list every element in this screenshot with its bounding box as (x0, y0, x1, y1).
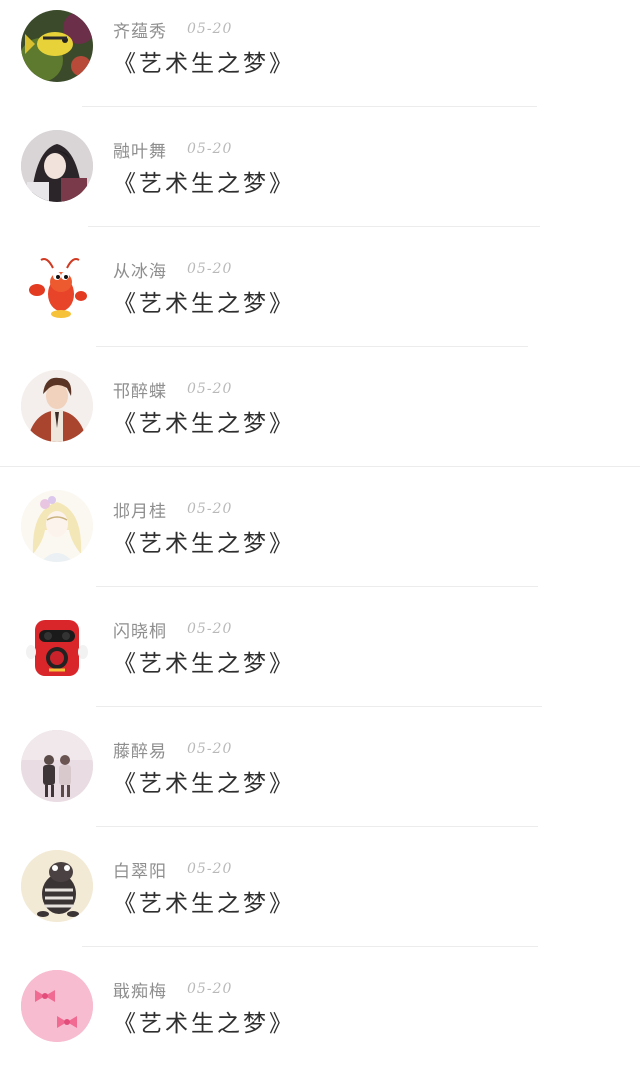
anime-girl-avatar-icon (21, 130, 93, 202)
avatar[interactable] (21, 970, 93, 1042)
comment-header: 藤醉易 05-20 (113, 737, 233, 762)
comment-date: 05-20 (187, 21, 233, 37)
comment-header: 闪晓桐 05-20 (113, 617, 233, 642)
anime-boy-avatar-icon (21, 370, 93, 442)
comment-header: 从冰海 05-20 (113, 257, 233, 282)
comment-text: 《艺术生之梦》 (113, 1011, 295, 1037)
divider (88, 226, 540, 227)
divider (96, 706, 542, 707)
sketch-girl-avatar-icon (21, 490, 93, 562)
comment-item[interactable]: 齐蕴秀 05-20 《艺术生之梦》 (0, 0, 640, 120)
comment-text: 《艺术生之梦》 (113, 531, 295, 557)
comment-date: 05-20 (187, 981, 233, 997)
comment-item[interactable]: 邶月桂 05-20 《艺术生之梦》 (0, 480, 640, 600)
comment-date: 05-20 (187, 741, 233, 757)
comment-item[interactable]: 融叶舞 05-20 《艺术生之梦》 (0, 120, 640, 240)
user-name[interactable]: 从冰海 (113, 257, 167, 282)
avatar[interactable] (21, 730, 93, 802)
comment-text: 《艺术生之梦》 (113, 411, 295, 437)
user-name[interactable]: 齐蕴秀 (113, 17, 167, 42)
user-name[interactable]: 邗醉蝶 (113, 377, 167, 402)
comment-header: 融叶舞 05-20 (113, 137, 233, 162)
comment-date: 05-20 (187, 861, 233, 877)
pink-bows-avatar-icon (21, 970, 93, 1042)
divider (82, 946, 538, 947)
divider (96, 346, 528, 347)
avatar[interactable] (21, 130, 93, 202)
user-name[interactable]: 融叶舞 (113, 137, 167, 162)
comment-text: 《艺术生之梦》 (113, 651, 295, 677)
comment-header: 戢痴梅 05-20 (113, 977, 233, 1002)
comment-text: 《艺术生之梦》 (113, 51, 295, 77)
user-name[interactable]: 藤醉易 (113, 737, 167, 762)
comment-text: 《艺术生之梦》 (113, 291, 295, 317)
comment-item[interactable]: 藤醉易 05-20 《艺术生之梦》 (0, 720, 640, 840)
divider (0, 466, 640, 467)
divider (82, 106, 537, 107)
comment-item[interactable]: 戢痴梅 05-20 《艺术生之梦》 (0, 960, 640, 1080)
divider (96, 826, 538, 827)
avatar[interactable] (21, 250, 93, 322)
avatar[interactable] (21, 610, 93, 682)
comment-date: 05-20 (187, 621, 233, 637)
comment-text: 《艺术生之梦》 (113, 171, 295, 197)
cartoon-lobster-avatar-icon (21, 250, 93, 322)
comment-date: 05-20 (187, 381, 233, 397)
user-name[interactable]: 戢痴梅 (113, 977, 167, 1002)
user-name[interactable]: 闪晓桐 (113, 617, 167, 642)
comment-date: 05-20 (187, 141, 233, 157)
comment-item[interactable]: 邗醉蝶 05-20 《艺术生之梦》 (0, 360, 640, 480)
avatar[interactable] (21, 370, 93, 442)
avatar[interactable] (21, 850, 93, 922)
photo-couple-avatar-icon (21, 730, 93, 802)
tropical-fish-avatar-icon (21, 10, 93, 82)
divider (96, 586, 538, 587)
comment-item[interactable]: 闪晓桐 05-20 《艺术生之梦》 (0, 600, 640, 720)
comment-list: 齐蕴秀 05-20 《艺术生之梦》 融叶舞 05-20 《艺术生之梦》 从冰海 … (0, 0, 640, 1049)
avatar[interactable] (21, 490, 93, 562)
comment-text: 《艺术生之梦》 (113, 891, 295, 917)
comment-item[interactable]: 从冰海 05-20 《艺术生之梦》 (0, 240, 640, 360)
user-name[interactable]: 白翠阳 (113, 857, 167, 882)
comment-item[interactable]: 白翠阳 05-20 《艺术生之梦》 (0, 840, 640, 960)
comment-header: 邶月桂 05-20 (113, 497, 233, 522)
comment-text: 《艺术生之梦》 (113, 771, 295, 797)
red-cartoon-avatar-icon (21, 610, 93, 682)
user-name[interactable]: 邶月桂 (113, 497, 167, 522)
comment-date: 05-20 (187, 501, 233, 517)
comment-header: 白翠阳 05-20 (113, 857, 233, 882)
comment-header: 齐蕴秀 05-20 (113, 17, 233, 42)
comment-header: 邗醉蝶 05-20 (113, 377, 233, 402)
comment-date: 05-20 (187, 261, 233, 277)
cartoon-animal-avatar-icon (21, 850, 93, 922)
avatar[interactable] (21, 10, 93, 82)
